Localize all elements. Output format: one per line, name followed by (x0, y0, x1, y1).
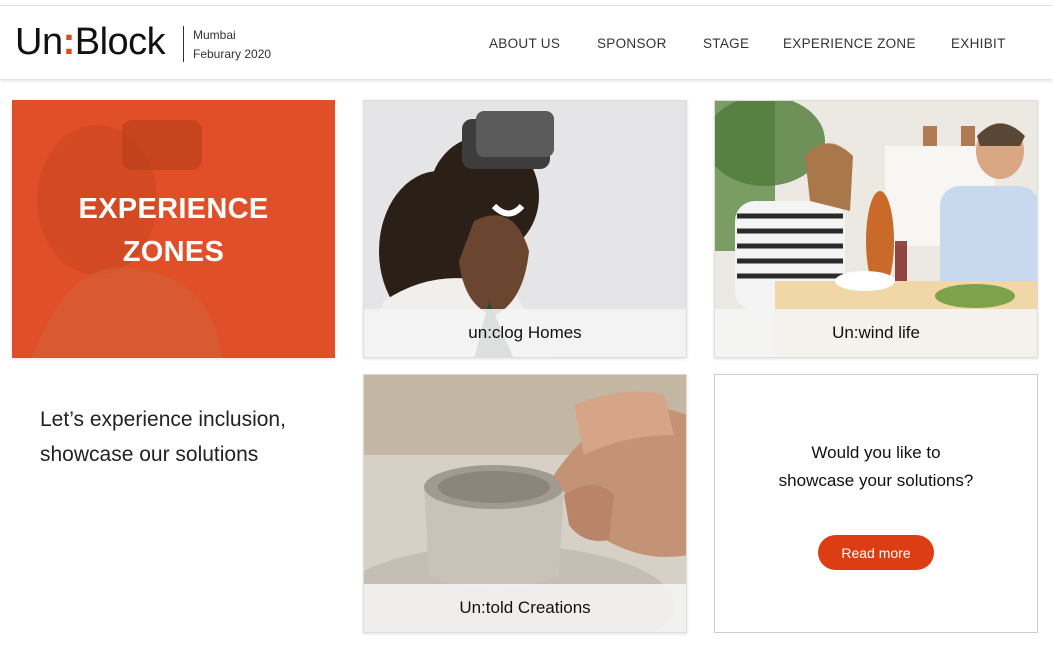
hero-title-line2: ZONES (122, 236, 225, 268)
experience-zones-hero: EXPERIENCE ZONES (12, 100, 335, 358)
nav-stage[interactable]: STAGE (703, 36, 749, 51)
card-label: Un:told Creations (364, 584, 686, 632)
cta-text: Would you like to showcase your solution… (715, 439, 1037, 495)
card-unclog-homes[interactable]: un:clog Homes (363, 100, 687, 358)
event-date: Feburary 2020 (193, 47, 272, 61)
card-label: Un:wind life (715, 309, 1037, 357)
tagline: Let’s experience inclusion, showcase our… (40, 408, 286, 466)
event-info: Mumbai Feburary 2020 (193, 26, 271, 64)
showcase-cta-card: Would you like to showcase your solution… (714, 374, 1038, 633)
nav-experience-zone[interactable]: EXPERIENCE ZONE (783, 36, 916, 51)
nav-sponsor[interactable]: SPONSOR (597, 36, 667, 51)
brand-logo[interactable]: Un:Block (15, 20, 166, 64)
hero-title-line1: EXPERIENCE (78, 193, 269, 225)
brand-name-right: Block (74, 21, 166, 63)
brand-name-left: Un (15, 21, 63, 63)
cta-line2: showcase your solutions? (778, 471, 974, 490)
nav-about-us[interactable]: ABOUT US (489, 36, 560, 51)
hero-title: EXPERIENCE ZONES (12, 188, 335, 274)
read-more-button[interactable]: Read more (818, 535, 934, 570)
card-untold-creations[interactable]: Un:told Creations (363, 374, 687, 633)
card-unwind-life[interactable]: Un:wind life (714, 100, 1038, 358)
card-label: un:clog Homes (364, 309, 686, 357)
site-header: Un:Block Mumbai Feburary 2020 ABOUT US S… (0, 6, 1053, 79)
event-city: Mumbai (193, 28, 236, 42)
nav-exhibit[interactable]: EXHIBIT (951, 36, 1006, 51)
brand-colon: : (62, 21, 76, 63)
logo-divider (183, 26, 184, 62)
cta-line1: Would you like to (811, 443, 941, 462)
